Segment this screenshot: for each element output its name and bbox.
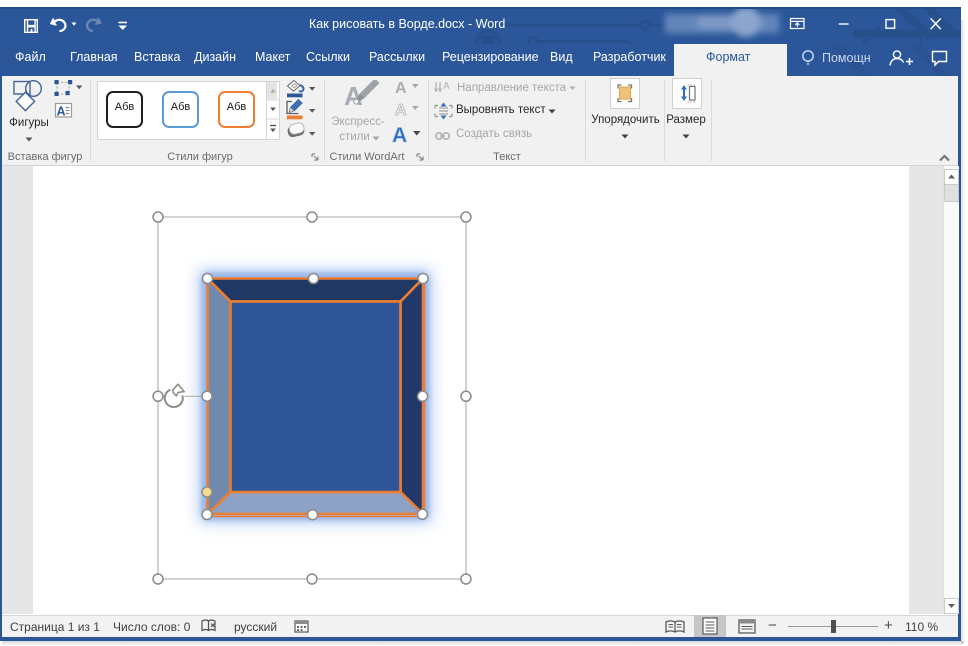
- svg-text:A: A: [57, 105, 66, 119]
- svg-text:A: A: [395, 102, 407, 119]
- svg-text:A: A: [395, 80, 407, 97]
- svg-text:A: A: [392, 124, 407, 146]
- svg-text:А: А: [443, 81, 450, 92]
